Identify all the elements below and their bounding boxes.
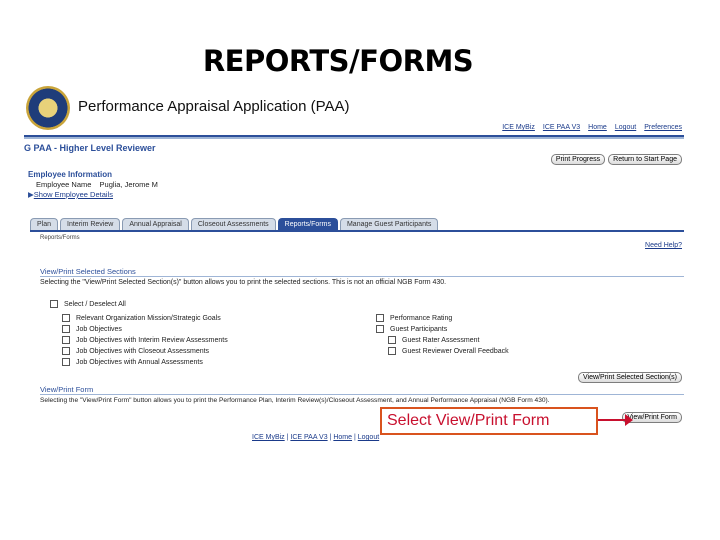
view-print-selected-sections-button[interactable]: View/Print Selected Section(s)	[577, 372, 682, 383]
footer-link-home[interactable]: Home	[333, 434, 352, 441]
employee-info-heading: Employee Information	[28, 170, 113, 179]
option-row: Relevant Organization Mission/Strategic …	[62, 314, 221, 322]
option-label: Guest Rater Assessment	[402, 336, 480, 344]
footer-link-ice-mybiz[interactable]: ICE MyBiz	[252, 434, 285, 441]
select-all-checkbox[interactable]	[50, 300, 58, 308]
select-all-label: Select / Deselect All	[64, 300, 126, 308]
link-ice-paa[interactable]: ICE PAA V3	[543, 124, 580, 131]
option-label: Guest Reviewer Overall Feedback	[402, 347, 509, 355]
option-row: Guest Rater Assessment	[388, 336, 479, 344]
view-print-form-title: View/Print Form	[40, 385, 94, 394]
section-title: G PAA - Higher Level Reviewer	[24, 143, 156, 153]
form-rule	[40, 394, 684, 395]
sections-description: Selecting the "View/Print Selected Secti…	[40, 279, 447, 286]
annotation-arrowhead-icon	[625, 414, 633, 426]
footer-link-ice-paa[interactable]: ICE PAA V3	[290, 434, 327, 441]
annotation-callout: Select View/Print Form	[380, 407, 598, 435]
select-all-row: Select / Deselect All	[50, 300, 126, 308]
slide-title: REPORTS/FORMS	[202, 44, 474, 78]
top-links: ICE MyBiz ICE PAA V3 Home Logout Preferences	[494, 124, 682, 131]
link-preferences[interactable]: Preferences	[644, 124, 682, 131]
link-logout[interactable]: Logout	[615, 124, 636, 131]
link-home[interactable]: Home	[588, 124, 607, 131]
tab-underline	[30, 230, 684, 232]
option-label: Job Objectives with Annual Assessments	[76, 358, 203, 366]
view-print-sections-title: View/Print Selected Sections	[40, 267, 136, 276]
option-label: Performance Rating	[390, 314, 453, 322]
option-checkbox[interactable]	[388, 347, 396, 355]
option-checkbox[interactable]	[62, 336, 70, 344]
option-checkbox[interactable]	[62, 347, 70, 355]
option-label: Guest Participants	[390, 325, 448, 333]
top-buttons: Print Progress Return to Start Page	[550, 154, 682, 165]
footer-link-logout[interactable]: Logout	[358, 434, 379, 441]
employee-name-value: Puglia, Jerome M	[99, 180, 158, 189]
option-row: Job Objectives	[62, 325, 122, 333]
breadcrumb: Reports/Forms	[40, 235, 80, 241]
app-title: Performance Appraisal Application (PAA)	[78, 98, 350, 115]
option-checkbox[interactable]	[62, 314, 70, 322]
show-employee-details-link[interactable]: Show Employee Details	[34, 190, 113, 199]
option-checkbox[interactable]	[62, 325, 70, 333]
option-checkbox[interactable]	[376, 314, 384, 322]
employee-name-label: Employee Name	[36, 180, 92, 189]
option-row: Job Objectives with Annual Assessments	[62, 358, 203, 366]
return-to-start-button[interactable]: Return to Start Page	[608, 154, 682, 165]
option-label: Job Objectives with Interim Review Asses…	[76, 336, 228, 344]
form-description: Selecting the "View/Print Form" button a…	[40, 397, 550, 404]
option-row: Guest Reviewer Overall Feedback	[388, 347, 509, 355]
annotation-arrow-line	[598, 419, 628, 421]
need-help-link[interactable]: Need Help?	[645, 242, 682, 249]
option-checkbox[interactable]	[376, 325, 384, 333]
option-label: Job Objectives with Closeout Assessments	[76, 347, 210, 355]
sections-rule	[40, 276, 684, 277]
option-checkbox[interactable]	[62, 358, 70, 366]
option-row: Guest Participants	[376, 325, 447, 333]
footer-links: ICE MyBiz | ICE PAA V3 | Home | Logout	[252, 434, 380, 441]
header-rule-light	[24, 137, 684, 139]
national-guard-seal-icon	[26, 86, 70, 130]
option-row: Job Objectives with Closeout Assessments	[62, 347, 209, 355]
link-ice-mybiz[interactable]: ICE MyBiz	[502, 124, 535, 131]
show-details-row: ▶Show Employee Details	[28, 190, 113, 199]
employee-name-row: Employee Name Puglia, Jerome M	[36, 180, 158, 189]
option-label: Relevant Organization Mission/Strategic …	[76, 314, 221, 322]
print-progress-button[interactable]: Print Progress	[550, 154, 606, 165]
option-label: Job Objectives	[76, 325, 122, 333]
option-row: Performance Rating	[376, 314, 452, 322]
option-row: Job Objectives with Interim Review Asses…	[62, 336, 228, 344]
option-checkbox[interactable]	[388, 336, 396, 344]
